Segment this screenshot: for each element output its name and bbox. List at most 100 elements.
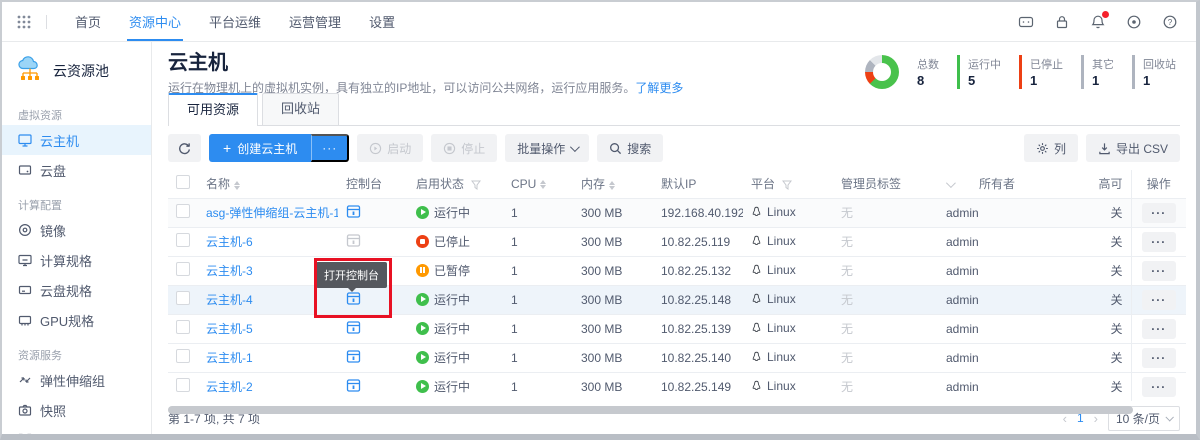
batch-operations-button[interactable]: 批量操作 <box>505 134 589 162</box>
sidebar-item-image[interactable]: 镜像 <box>2 215 151 245</box>
row-actions-button[interactable]: ··· <box>1142 319 1176 339</box>
chevron-down-icon[interactable] <box>946 178 956 188</box>
stop-button[interactable]: 停止 <box>431 134 497 162</box>
filter-icon[interactable] <box>471 180 481 190</box>
sidebar-item-cloud-host[interactable]: 云主机 <box>2 125 151 155</box>
cpu-cell: 1 <box>503 256 573 285</box>
row-actions-button[interactable]: ··· <box>1142 232 1176 252</box>
console-icon[interactable] <box>346 349 361 364</box>
row-checkbox[interactable] <box>176 291 190 305</box>
sort-icon[interactable] <box>540 180 546 189</box>
row-checkbox[interactable] <box>176 349 190 363</box>
notification-bell-icon[interactable] <box>1090 14 1106 30</box>
row-actions-button[interactable]: ··· <box>1142 261 1176 281</box>
status-badge: 运行中 <box>416 291 470 308</box>
memory-cell: 300 MB <box>573 343 653 372</box>
vm-name-link[interactable]: 云主机-6 <box>206 235 253 249</box>
tab-recycle-bin[interactable]: 回收站 <box>262 93 339 125</box>
col-platform[interactable]: 平台 <box>743 170 833 198</box>
row-actions-button[interactable]: ··· <box>1142 348 1176 368</box>
lock-icon[interactable] <box>1054 14 1070 30</box>
console-icon[interactable] <box>346 291 361 306</box>
columns-button[interactable]: 列 <box>1024 134 1078 162</box>
export-csv-button[interactable]: 导出 CSV <box>1086 134 1180 162</box>
table-row: 云主机-1 运行中 1 300 MB 10.82.25.140 Linux 无 … <box>168 343 1186 372</box>
vm-name-link[interactable]: 云主机-5 <box>206 322 253 336</box>
sidebar-item-disk-spec[interactable]: 云盘规格 <box>2 275 151 305</box>
col-console: 控制台 <box>338 170 408 198</box>
memory-cell: 300 MB <box>573 198 653 227</box>
sidebar-item-affinity-group[interactable]: 亲和组 <box>2 425 151 434</box>
vm-name-link[interactable]: 云主机-4 <box>206 293 253 307</box>
owner-cell: admin <box>938 198 1068 227</box>
search-icon <box>609 142 622 155</box>
table-row: asg-弹性伸缩组-云主机-1e2fc 运行中 1 300 MB 192.168… <box>168 198 1186 227</box>
sidebar-item-cloud-disk[interactable]: 云盘 <box>2 155 151 185</box>
sidebar-item-snapshot[interactable]: 快照 <box>2 395 151 425</box>
status-badge: 运行中 <box>416 320 470 337</box>
cloud-pool-icon <box>16 56 44 85</box>
status-icon <box>416 235 429 248</box>
gpu-icon <box>18 313 32 327</box>
select-all-checkbox[interactable] <box>176 175 190 189</box>
row-actions-button[interactable]: ··· <box>1142 290 1176 310</box>
status-label: 运行中 <box>434 291 470 308</box>
sidebar-item-gpu-spec[interactable]: GPU规格 <box>2 305 151 335</box>
sidebar-title: 云资源池 <box>53 61 109 81</box>
nav-item-resource-center[interactable]: 资源中心 <box>115 2 195 41</box>
row-checkbox[interactable] <box>176 320 190 334</box>
row-checkbox[interactable] <box>176 262 190 276</box>
nav-item-settings[interactable]: 设置 <box>355 2 409 41</box>
disk-spec-icon <box>18 283 32 297</box>
search-button[interactable]: 搜索 <box>597 134 663 162</box>
row-checkbox[interactable] <box>176 233 190 247</box>
app-launcher-icon[interactable] <box>16 14 32 30</box>
col-cpu[interactable]: CPU <box>503 170 573 198</box>
platform-badge: Linux <box>751 379 796 393</box>
create-more-button[interactable]: ··· <box>311 134 349 162</box>
recording-icon[interactable] <box>1126 14 1142 30</box>
owner-cell: admin <box>938 372 1068 401</box>
vm-name-link[interactable]: 云主机-1 <box>206 351 253 365</box>
sort-icon[interactable] <box>234 181 240 190</box>
col-name[interactable]: 名称 <box>198 170 338 198</box>
row-checkbox[interactable] <box>176 204 190 218</box>
feedback-icon[interactable] <box>1018 14 1034 30</box>
vm-name-link[interactable]: asg-弹性伸缩组-云主机-1e2fc <box>206 206 338 220</box>
sidebar-item-compute-spec[interactable]: 计算规格 <box>2 245 151 275</box>
refresh-button[interactable] <box>168 134 201 162</box>
row-actions-button[interactable]: ··· <box>1142 377 1176 397</box>
create-host-button[interactable]: +创建云主机 <box>209 134 311 162</box>
status-label: 运行中 <box>434 349 470 366</box>
linux-penguin-icon <box>751 206 762 218</box>
console-icon[interactable] <box>346 233 361 248</box>
start-button[interactable]: 启动 <box>357 134 423 162</box>
section-resource-services: 资源服务 <box>18 347 151 363</box>
platform-badge: Linux <box>751 234 796 248</box>
section-virtual-resources: 虚拟资源 <box>18 107 151 123</box>
status-label: 运行中 <box>434 204 470 221</box>
vm-name-link[interactable]: 云主机-2 <box>206 380 253 394</box>
ha-cell: 关 <box>1068 314 1131 343</box>
ip-cell: 10.82.25.140 <box>653 343 743 372</box>
horizontal-scrollbar[interactable] <box>168 406 1133 414</box>
console-icon[interactable] <box>346 204 361 219</box>
console-icon[interactable] <box>346 378 361 393</box>
sidebar-item-autoscaling-group[interactable]: 弹性伸缩组 <box>2 365 151 395</box>
sort-icon[interactable] <box>609 181 615 190</box>
col-memory[interactable]: 内存 <box>573 170 653 198</box>
row-actions-button[interactable]: ··· <box>1142 203 1176 223</box>
help-icon[interactable]: ? <box>1162 14 1178 30</box>
nav-item-platform-ops[interactable]: 平台运维 <box>195 2 275 41</box>
linux-penguin-icon <box>751 322 762 334</box>
col-status[interactable]: 启用状态 <box>408 170 503 198</box>
status-badge: 已暂停 <box>416 262 470 279</box>
console-icon[interactable] <box>346 320 361 335</box>
filter-icon[interactable] <box>782 180 792 190</box>
vm-name-link[interactable]: 云主机-3 <box>206 264 253 278</box>
nav-item-home[interactable]: 首页 <box>61 2 115 41</box>
row-checkbox[interactable] <box>176 378 190 392</box>
tab-available-resources[interactable]: 可用资源 <box>168 93 258 125</box>
nav-item-operation-mgmt[interactable]: 运营管理 <box>275 2 355 41</box>
learn-more-link[interactable]: 了解更多 <box>635 81 683 95</box>
